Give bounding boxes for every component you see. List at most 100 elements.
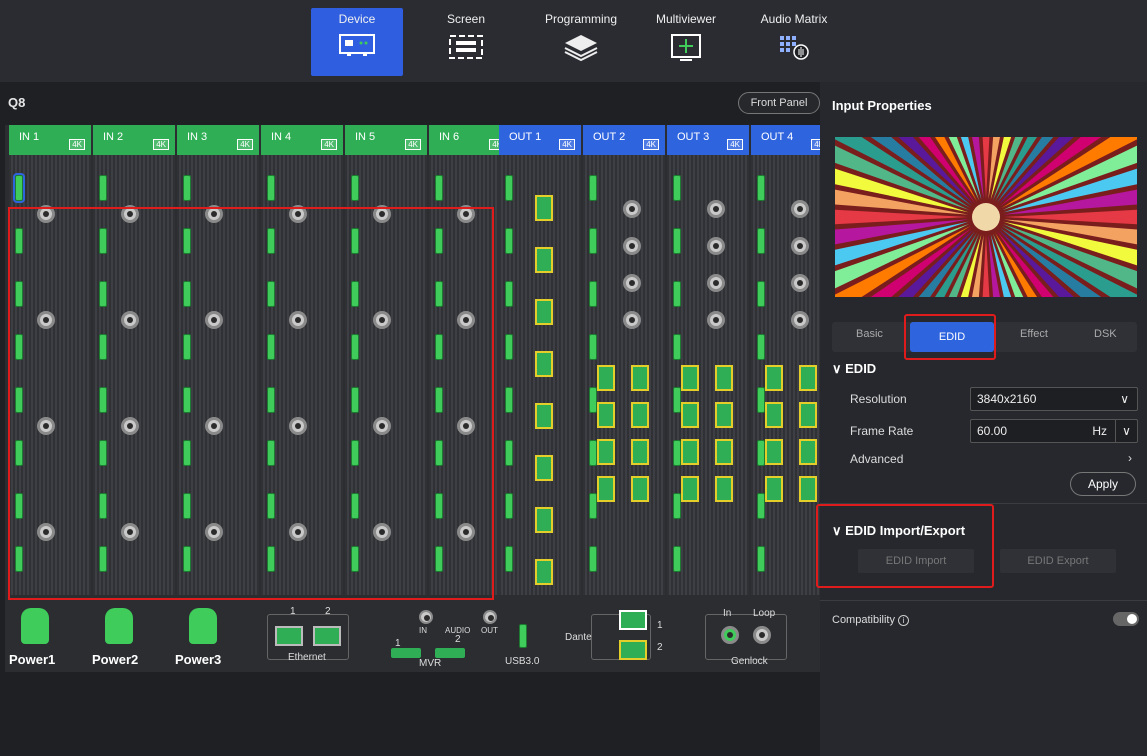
output-card-1[interactable]: OUT 1 4K bbox=[499, 125, 581, 595]
audio-terminal-icon[interactable] bbox=[799, 402, 817, 428]
sdi-bnc-icon[interactable] bbox=[205, 417, 223, 435]
audio-terminal-icon[interactable] bbox=[765, 365, 783, 391]
sdi-bnc-icon[interactable] bbox=[121, 205, 139, 223]
sdi-bnc-icon[interactable] bbox=[373, 205, 391, 223]
hdmi-input-port-icon[interactable] bbox=[183, 546, 191, 572]
hdmi-input-port-icon[interactable] bbox=[351, 440, 359, 466]
sdi-bnc-icon[interactable] bbox=[707, 200, 725, 218]
edid-import-export-header[interactable]: ∨ EDID Import/Export bbox=[832, 523, 965, 539]
output-port-icon[interactable] bbox=[673, 387, 681, 413]
output-port-icon[interactable] bbox=[757, 334, 765, 360]
sdi-bnc-icon[interactable] bbox=[373, 417, 391, 435]
nav-screen[interactable]: Screen bbox=[420, 8, 512, 76]
sdi-bnc-icon[interactable] bbox=[37, 523, 55, 541]
hdmi-input-port-icon[interactable] bbox=[183, 175, 191, 201]
compatibility-toggle[interactable] bbox=[1113, 612, 1139, 626]
frame-rate-input[interactable]: 60.00 Hz ∨ bbox=[970, 419, 1138, 443]
tab-dsk[interactable]: DSK bbox=[1094, 328, 1117, 340]
hdmi-input-port-icon[interactable] bbox=[351, 334, 359, 360]
hdmi-input-port-icon[interactable] bbox=[351, 493, 359, 519]
hdmi-input-port-icon[interactable] bbox=[15, 334, 23, 360]
mvr-hdmi-port-icon[interactable] bbox=[435, 648, 465, 658]
nav-multiviewer[interactable]: Multiviewer bbox=[640, 8, 732, 76]
hdmi-input-port-icon[interactable] bbox=[15, 228, 23, 254]
sdi-bnc-icon[interactable] bbox=[623, 237, 641, 255]
output-card-2[interactable]: OUT 2 4K bbox=[583, 125, 665, 595]
output-port-icon[interactable] bbox=[505, 493, 513, 519]
audio-terminal-icon[interactable] bbox=[799, 439, 817, 465]
output-port-icon[interactable] bbox=[589, 228, 597, 254]
audio-terminal-icon[interactable] bbox=[681, 439, 699, 465]
mvr-hdmi-port-icon[interactable] bbox=[391, 648, 421, 658]
sdi-bnc-icon[interactable] bbox=[121, 523, 139, 541]
audio-terminal-icon[interactable] bbox=[597, 365, 615, 391]
audio-terminal-icon[interactable] bbox=[631, 476, 649, 502]
hdmi-input-port-icon[interactable] bbox=[99, 387, 107, 413]
ethernet-port-icon[interactable] bbox=[313, 626, 341, 646]
audio-terminal-icon[interactable] bbox=[715, 476, 733, 502]
output-port-icon[interactable] bbox=[673, 440, 681, 466]
info-icon[interactable]: i bbox=[898, 615, 910, 626]
output-port-icon[interactable] bbox=[757, 546, 765, 572]
output-port-icon[interactable] bbox=[505, 546, 513, 572]
resolution-select[interactable]: 3840x2160 ∨ bbox=[970, 387, 1138, 411]
output-port-icon[interactable] bbox=[757, 387, 765, 413]
genlock-in-icon[interactable] bbox=[721, 626, 739, 644]
sdi-bnc-icon[interactable] bbox=[707, 311, 725, 329]
sdi-bnc-icon[interactable] bbox=[289, 523, 307, 541]
sdi-bnc-icon[interactable] bbox=[457, 311, 475, 329]
nav-audio-matrix[interactable]: Audio Matrix bbox=[746, 8, 842, 76]
audio-terminal-icon[interactable] bbox=[715, 402, 733, 428]
output-port-icon[interactable] bbox=[757, 440, 765, 466]
edid-import-button[interactable]: EDID Import bbox=[858, 549, 974, 573]
hdmi-input-port-icon[interactable] bbox=[15, 281, 23, 307]
hdmi-input-port-icon[interactable] bbox=[435, 175, 443, 201]
sdi-bnc-icon[interactable] bbox=[373, 523, 391, 541]
audio-terminal-icon[interactable] bbox=[715, 365, 733, 391]
sdi-bnc-icon[interactable] bbox=[457, 417, 475, 435]
hdmi-input-port-icon[interactable] bbox=[183, 228, 191, 254]
hdmi-input-port-icon[interactable] bbox=[15, 546, 23, 572]
hdmi-input-port-icon[interactable] bbox=[267, 546, 275, 572]
sdi-bnc-icon[interactable] bbox=[623, 311, 641, 329]
hdmi-input-port-icon[interactable] bbox=[99, 493, 107, 519]
tab-basic[interactable]: Basic bbox=[856, 328, 883, 340]
hdmi-input-port-icon[interactable] bbox=[351, 387, 359, 413]
sdi-bnc-icon[interactable] bbox=[205, 311, 223, 329]
dante-port-icon[interactable] bbox=[619, 610, 647, 630]
nav-programming[interactable]: Programming bbox=[531, 8, 631, 76]
output-port-icon[interactable] bbox=[673, 281, 681, 307]
audio-terminal-icon[interactable] bbox=[535, 299, 553, 325]
audio-terminal-icon[interactable] bbox=[535, 195, 553, 221]
sdi-bnc-icon[interactable] bbox=[623, 274, 641, 292]
audio-terminal-icon[interactable] bbox=[535, 247, 553, 273]
hdmi-input-port-icon[interactable] bbox=[435, 493, 443, 519]
hdmi-input-port-icon[interactable] bbox=[267, 387, 275, 413]
audio-terminal-icon[interactable] bbox=[535, 455, 553, 481]
output-port-icon[interactable] bbox=[589, 175, 597, 201]
hdmi-input-port-icon[interactable] bbox=[99, 334, 107, 360]
output-port-icon[interactable] bbox=[589, 546, 597, 572]
sdi-bnc-icon[interactable] bbox=[289, 417, 307, 435]
hdmi-input-port-icon[interactable] bbox=[183, 334, 191, 360]
hdmi-input-port-icon[interactable] bbox=[351, 281, 359, 307]
tab-effect[interactable]: Effect bbox=[1020, 328, 1048, 340]
audio-in-icon[interactable] bbox=[419, 610, 433, 624]
output-port-icon[interactable] bbox=[757, 228, 765, 254]
hdmi-input-port-icon[interactable] bbox=[15, 387, 23, 413]
output-port-icon[interactable] bbox=[757, 175, 765, 201]
chevron-down-icon[interactable]: ∨ bbox=[1115, 420, 1137, 442]
hdmi-input-port-icon[interactable] bbox=[267, 440, 275, 466]
output-port-icon[interactable] bbox=[589, 387, 597, 413]
hdmi-input-port-icon[interactable] bbox=[435, 228, 443, 254]
audio-terminal-icon[interactable] bbox=[765, 402, 783, 428]
hdmi-input-port-icon[interactable] bbox=[267, 175, 275, 201]
ethernet-port-icon[interactable] bbox=[275, 626, 303, 646]
audio-out-icon[interactable] bbox=[483, 610, 497, 624]
hdmi-input-port-icon[interactable] bbox=[267, 228, 275, 254]
output-port-icon[interactable] bbox=[673, 228, 681, 254]
tab-edid[interactable]: EDID bbox=[910, 322, 994, 352]
hdmi-input-port-icon[interactable] bbox=[99, 281, 107, 307]
audio-terminal-icon[interactable] bbox=[535, 403, 553, 429]
hdmi-input-port-icon[interactable] bbox=[351, 175, 359, 201]
